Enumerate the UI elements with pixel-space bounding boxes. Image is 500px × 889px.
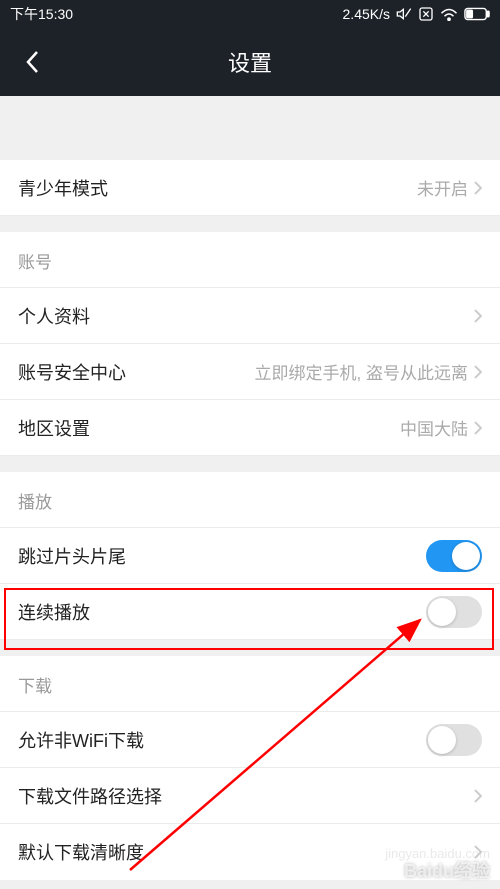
header: 设置 — [0, 28, 500, 96]
toggle-knob — [428, 726, 456, 754]
toggle-knob — [428, 598, 456, 626]
network-speed: 2.45K/s — [343, 6, 390, 22]
row-region[interactable]: 地区设置 中国大陆 — [0, 400, 500, 456]
non-wifi-download-toggle[interactable] — [426, 724, 482, 756]
security-label: 账号安全中心 — [18, 359, 126, 385]
toggle-knob — [452, 542, 480, 570]
spacer — [0, 456, 500, 472]
section-header-account: 账号 — [0, 232, 500, 288]
status-bar: 下午15:30 2.45K/s — [0, 0, 500, 28]
profile-label: 个人资料 — [18, 303, 90, 329]
row-skip-intro: 跳过片头片尾 — [0, 528, 500, 584]
chevron-right-icon — [474, 365, 482, 379]
chevron-right-icon — [474, 309, 482, 323]
continuous-play-toggle[interactable] — [426, 596, 482, 628]
mute-icon — [396, 6, 412, 22]
chevron-right-icon — [474, 181, 482, 195]
spacer — [0, 640, 500, 656]
security-value: 立即绑定手机, 盗号从此远离 — [255, 359, 482, 384]
row-security[interactable]: 账号安全中心 立即绑定手机, 盗号从此远离 — [0, 344, 500, 400]
row-youth-mode[interactable]: 青少年模式 未开启 — [0, 160, 500, 216]
row-profile[interactable]: 个人资料 — [0, 288, 500, 344]
non-wifi-download-label: 允许非WiFi下载 — [18, 727, 144, 753]
region-value: 中国大陆 — [400, 415, 482, 440]
download-path-chevron — [472, 789, 482, 803]
chevron-right-icon — [474, 789, 482, 803]
page-title: 设置 — [228, 46, 272, 78]
battery-icon — [464, 7, 490, 21]
region-label: 地区设置 — [18, 415, 90, 441]
close-box-icon — [418, 6, 434, 22]
watermark: Baidu经验 — [404, 857, 490, 883]
default-quality-label: 默认下载清晰度 — [18, 839, 144, 865]
status-time: 下午15:30 — [10, 4, 73, 24]
status-right: 2.45K/s — [343, 6, 490, 22]
continuous-play-label: 连续播放 — [18, 599, 90, 625]
chevron-right-icon — [474, 421, 482, 435]
section-header-play: 播放 — [0, 472, 500, 528]
row-non-wifi-download: 允许非WiFi下载 — [0, 712, 500, 768]
skip-intro-label: 跳过片头片尾 — [18, 543, 126, 569]
wifi-icon — [440, 7, 458, 21]
profile-chevron — [472, 309, 482, 323]
download-path-label: 下载文件路径选择 — [18, 783, 162, 809]
youth-mode-value: 未开启 — [417, 175, 482, 200]
section-header-download: 下载 — [0, 656, 500, 712]
row-continuous-play: 连续播放 — [0, 584, 500, 640]
chevron-left-icon — [25, 50, 39, 74]
back-button[interactable] — [18, 48, 46, 76]
spacer — [0, 96, 500, 160]
spacer — [0, 216, 500, 232]
skip-intro-toggle[interactable] — [426, 540, 482, 572]
youth-mode-label: 青少年模式 — [18, 175, 108, 201]
row-download-path[interactable]: 下载文件路径选择 — [0, 768, 500, 824]
